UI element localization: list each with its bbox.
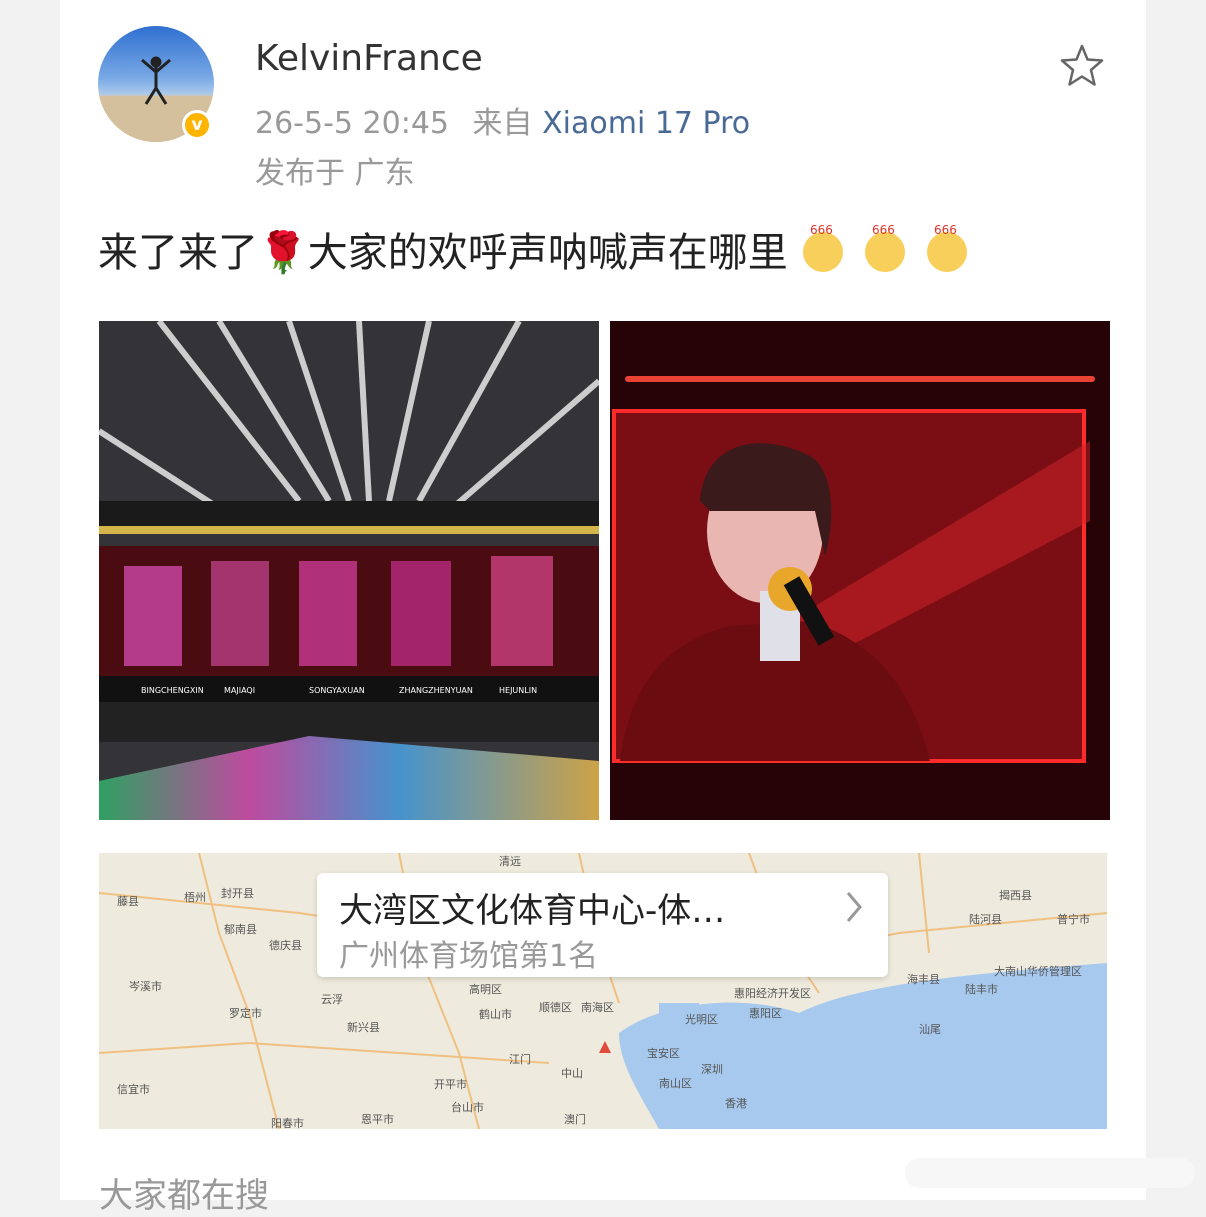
map-label: 陆丰市 xyxy=(965,983,998,996)
map-label: 南海区 xyxy=(581,1001,614,1014)
stage-name: BINGCHENGXIN xyxy=(141,686,204,695)
map-label: 陆河县 xyxy=(969,913,1002,926)
stage-name: HEJUNLIN xyxy=(499,686,537,695)
stage-illustration: BINGCHENGXIN MAJIAQI SONGYAXUAN ZHANGZHE… xyxy=(99,321,599,820)
emoji-text: 666 xyxy=(810,223,833,237)
map-label: 阳春市 xyxy=(271,1117,304,1129)
singer-closeup-photo[interactable] xyxy=(610,321,1110,820)
place-title: 大湾区文化体育中心-体… xyxy=(339,891,726,931)
singer-illustration xyxy=(610,321,1110,820)
place-card[interactable]: 大湾区文化体育中心-体… 广州体育场馆第1名 xyxy=(317,873,888,977)
chevron-right-icon xyxy=(846,892,862,922)
map-label: 云浮 xyxy=(321,993,343,1006)
post-body: 来了来了🌹大家的欢呼声呐喊声在哪里 xyxy=(98,230,788,276)
location: 发布于 广东 xyxy=(255,156,415,191)
star-icon[interactable] xyxy=(1058,42,1106,90)
map-label: 鹤山市 xyxy=(479,1008,512,1021)
map-label: 澳门 xyxy=(564,1113,586,1126)
map-label: 惠阳经济开发区 xyxy=(734,987,811,1000)
map-label: 惠阳区 xyxy=(749,1007,782,1020)
map-label: 香港 xyxy=(725,1097,747,1110)
map-label: 恩平市 xyxy=(361,1113,394,1126)
stage-name: ZHANGZHENYUAN xyxy=(399,686,473,695)
trending-section-label: 大家都在搜 xyxy=(99,1176,269,1216)
verified-icon: v xyxy=(182,110,212,140)
emoji-text: 666 xyxy=(872,223,895,237)
map-label: 南山区 xyxy=(659,1077,692,1090)
map-label: 高明区 xyxy=(469,983,502,996)
666-emoji: 666 xyxy=(796,222,850,276)
map-label: 封开县 xyxy=(221,887,254,900)
666-emoji: 666 xyxy=(920,222,974,276)
map-label: 清远 xyxy=(499,855,521,868)
source-device[interactable]: Xiaomi 17 Pro xyxy=(542,106,750,141)
map-label: 顺德区 xyxy=(539,1001,572,1014)
source-prefix: 来自 xyxy=(472,106,533,141)
map-label: 藤县 xyxy=(117,895,139,908)
timestamp: 26-5-5 20:45 xyxy=(255,106,449,141)
666-emoji: 666 xyxy=(858,222,912,276)
map-label: 郁南县 xyxy=(224,923,257,936)
username[interactable]: KelvinFrance xyxy=(255,38,483,79)
map-label: 岑溪市 xyxy=(129,980,162,993)
post-meta: 26-5-5 20:45 来自 Xiaomi 17 Pro xyxy=(255,98,750,142)
place-subtitle: 广州体育场馆第1名 xyxy=(339,939,599,974)
map-label: 台山市 xyxy=(451,1101,484,1114)
map-label: 光明区 xyxy=(685,1013,718,1026)
map-label: 揭西县 xyxy=(999,889,1032,902)
scroll-indicator xyxy=(905,1158,1195,1188)
map-label: 信宜市 xyxy=(117,1083,150,1096)
map-label: 大南山华侨管理区 xyxy=(994,965,1082,978)
map-label: 深圳 xyxy=(701,1063,723,1076)
stage-name: MAJIAQI xyxy=(224,686,255,695)
map-label: 梧州 xyxy=(184,891,206,904)
map-label: 宝安区 xyxy=(647,1047,680,1060)
map-label: 中山 xyxy=(561,1067,583,1080)
map-label: 汕尾 xyxy=(919,1023,941,1036)
map-label: 海丰县 xyxy=(907,973,940,986)
stage-name: SONGYAXUAN xyxy=(309,686,365,695)
map-label: 新兴县 xyxy=(347,1021,380,1034)
map-label: 德庆县 xyxy=(269,939,302,952)
map-label: 开平市 xyxy=(434,1078,467,1091)
map-label: 罗定市 xyxy=(229,1007,262,1020)
concert-stage-photo[interactable]: BINGCHENGXIN MAJIAQI SONGYAXUAN ZHANGZHE… xyxy=(99,321,599,820)
map-label: 普宁市 xyxy=(1057,913,1090,926)
map-label: 江门 xyxy=(509,1053,531,1066)
emoji-text: 666 xyxy=(934,223,957,237)
post-text: 来了来了🌹大家的欢呼声呐喊声在哪里 666 666 666 xyxy=(98,220,974,278)
